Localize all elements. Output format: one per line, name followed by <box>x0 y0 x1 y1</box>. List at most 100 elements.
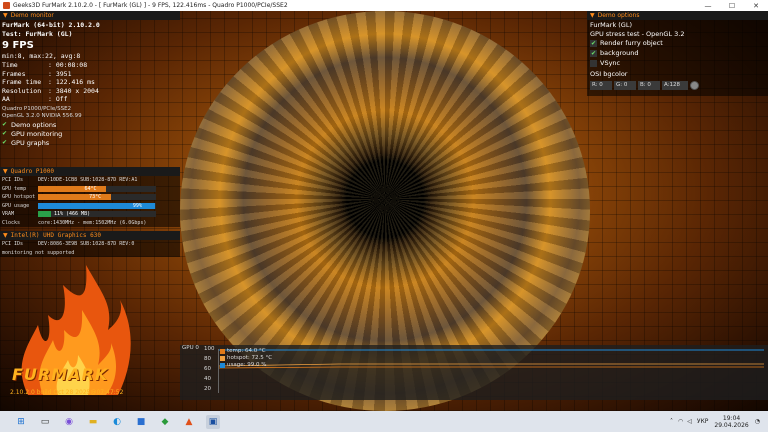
legend-swatch <box>220 356 225 361</box>
monitor-option-checkbox[interactable]: ✔ GPU monitoring <box>0 130 180 139</box>
bgcolor-a-field[interactable]: A:128 <box>662 80 688 90</box>
gpu1-pci-row: PCI IDs DEV:8086-3E9B SUB:1028-87D REV:0 <box>0 240 180 249</box>
gpu0-panel: PCI IDs DEV:10DE-1CB8 SUB:1028-87D REV:A… <box>0 176 180 227</box>
furmark-icon[interactable]: ▲ <box>182 415 196 429</box>
graph-gpu-label: GPU 0 <box>182 345 199 351</box>
close-button[interactable]: ✕ <box>744 2 768 10</box>
language-indicator[interactable]: УКР <box>697 418 709 425</box>
monitor-options: ✔ Demo options ✔ GPU monitoring ✔ GPU graphs <box>0 121 180 148</box>
metric-bar: 73°C <box>38 194 156 201</box>
maximize-button[interactable]: ☐ <box>720 2 744 10</box>
pci-value: DEV:10DE-1CB8 SUB:1028-87D REV:A1 <box>38 177 138 184</box>
checkmark-icon: ✔ <box>2 139 8 146</box>
color-picker-icon[interactable] <box>690 80 699 90</box>
pci-label: PCI IDs <box>2 241 24 248</box>
legend-entry: usage: 99.0 % <box>220 362 272 369</box>
gpu-tool-icon[interactable]: ◆ <box>158 415 172 429</box>
stat-label: Frames <box>2 69 26 78</box>
checkmark-icon: ✔ <box>2 121 8 128</box>
graph-legend: temp: 64.0 °C hotspot: 72.5 °C usage: 99.0… <box>220 348 272 369</box>
clock-date: 29.04.2026 <box>714 421 749 429</box>
edge-icon[interactable]: ◐ <box>110 415 124 429</box>
demo-option-checks: ✔ Render furry object ✔ background VSync <box>587 38 768 68</box>
monitor-option-checkbox[interactable]: ✔ Demo options <box>0 121 180 130</box>
windows-start-icon[interactable]: ⊞ <box>14 415 28 429</box>
test-name: Test: FurMark (GL) <box>2 30 73 38</box>
demo-options-header[interactable]: ▼ Demo options <box>587 11 768 20</box>
stat-label: AA <box>2 95 10 103</box>
pci-label: PCI IDs <box>2 177 24 184</box>
pci-value: DEV:8086-3E9B SUB:1028-87D REV:0 <box>38 241 135 248</box>
collapse-arrow-icon: ▼ <box>590 12 595 19</box>
demo-monitor-title: Demo monitor <box>10 12 54 19</box>
gpu-metric-row: GPU hotspot 73°C <box>0 193 180 202</box>
stat-value: : 122.416 ms <box>48 78 95 86</box>
metric-label: VRAM <box>2 211 15 218</box>
notification-bell-icon[interactable]: ◔ <box>755 418 760 425</box>
legend-swatch <box>220 363 225 368</box>
demo-monitor-header[interactable]: ▼ Demo monitor <box>0 11 180 20</box>
graph-y-tick: 100 <box>204 346 215 352</box>
taskbar: ⊞ ▭ ◉ ▬ ◐ ■ ◆ ▲ ▣ ˄ ◠ ◁ УКР 19:04 29.04.… <box>0 411 768 432</box>
furmark-app-icon <box>3 2 10 9</box>
opengl-version: OpenGL 3.2.0 NVIDIA 556.99 <box>2 113 82 119</box>
bgcolor-b-field[interactable]: B: 0 <box>638 80 660 90</box>
stat-row: Time: 00:08:08 <box>0 61 180 70</box>
checkmark-icon <box>590 59 597 67</box>
temp-line <box>219 366 764 369</box>
metric-value: 73°C <box>89 194 102 201</box>
demo-option-checkbox[interactable]: ✔ background <box>587 48 768 58</box>
window-titlebar: Geeks3D FurMark 2.10.2.0 - [ FurMark (GL… <box>0 0 768 11</box>
demo-option-checkbox[interactable]: VSync <box>587 58 768 68</box>
volume-icon[interactable]: ◁ <box>687 418 692 425</box>
stats-list: Time: 00:08:08 Frames : 3951 Frame time : 12… <box>0 61 180 104</box>
store-icon[interactable]: ■ <box>134 415 148 429</box>
collapse-arrow-icon: ▼ <box>3 168 8 175</box>
gpu0-pci-row: PCI IDs DEV:10DE-1CB8 SUB:1028-87D REV:A… <box>0 176 180 185</box>
graph-y-tick: 40 <box>204 376 211 382</box>
gpu0-title: Quadro P1000 <box>10 168 54 175</box>
fps-minmax: min:8, max:22, avg:8 <box>2 52 81 60</box>
bgcolor-g-field[interactable]: G: 0 <box>614 80 636 90</box>
demo-name: FurMark (GL) <box>590 21 632 29</box>
task-view-icon[interactable]: ▭ <box>38 415 52 429</box>
checkmark-icon: ✔ <box>590 49 597 57</box>
file-explorer-icon[interactable]: ▬ <box>86 415 100 429</box>
legend-entry: hotspot: 72.5 °C <box>220 355 272 362</box>
bgcolor-fields: R: 0 G: 0 B: 0 A:128 <box>587 80 768 90</box>
fps-readout: 9 FPS <box>2 40 34 51</box>
checkmark-icon: ✔ <box>590 39 597 47</box>
gpu-metric-row: VRAM 11% (466 MB) <box>0 210 180 219</box>
metric-label: GPU hotspot <box>2 194 36 201</box>
bgcolor-r-field[interactable]: R: 0 <box>590 80 612 90</box>
metric-value: 99% <box>132 202 142 209</box>
copilot-icon[interactable]: ◉ <box>62 415 76 429</box>
metric-bar: 11% (466 MB) <box>38 211 156 218</box>
tray-chevron-icon[interactable]: ˄ <box>670 418 673 425</box>
stat-row: Frames : 3951 <box>0 70 180 79</box>
build-info: 2.10.2.0 build Oct 28 2025@07:47:52 <box>10 389 124 396</box>
window-title: Geeks3D FurMark 2.10.2.0 - [ FurMark (GL… <box>13 2 288 9</box>
checkbox-label: VSync <box>600 59 621 67</box>
hotspot-line <box>219 363 764 367</box>
demo-option-checkbox[interactable]: ✔ Render furry object <box>587 38 768 48</box>
stat-row: Frame time : 122.416 ms <box>0 78 180 87</box>
system-tray: ˄ ◠ ◁ УКР 19:04 29.04.2026 ◔ <box>670 411 760 432</box>
stat-label: Frame time <box>2 78 42 86</box>
metric-label: GPU usage <box>2 202 30 209</box>
stat-value: : 3951 <box>48 69 72 78</box>
stat-row: AA: Off <box>0 95 180 104</box>
minimize-button[interactable]: — <box>696 2 720 10</box>
network-icon[interactable]: ◠ <box>678 418 683 425</box>
active-app-icon[interactable]: ▣ <box>206 414 220 429</box>
gpu-graph: GPU 0 100 80 60 40 20 temp: 64.0 °C hotsp… <box>180 345 768 400</box>
demo-options-title: Demo options <box>597 12 640 19</box>
monitor-option-checkbox[interactable]: ✔ GPU graphs <box>0 139 180 148</box>
stat-value: : 3840 x 2004 <box>48 86 99 95</box>
clock[interactable]: 19:04 29.04.2026 <box>714 415 748 429</box>
gpu1-title: Intel(R) UHD Graphics 630 <box>10 232 101 239</box>
gpu0-header[interactable]: ▼ Quadro P1000 <box>0 167 180 176</box>
clocks-value: core:1430MHz - mem:1502MHz (6.0Gbps) <box>38 219 147 226</box>
stat-value: : 00:08:08 <box>48 61 88 69</box>
gpu1-header[interactable]: ▼ Intel(R) UHD Graphics 630 <box>0 231 180 240</box>
